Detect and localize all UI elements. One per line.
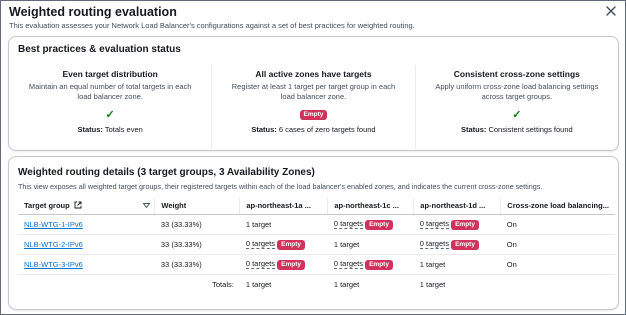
practice-title: Even target distribution — [62, 69, 158, 79]
practice-zones-have-targets: All active zones have targets Register a… — [211, 65, 414, 149]
best-practices-title: Best practices & evaluation status — [18, 44, 181, 55]
column-header-zone-1c[interactable]: ap-northeast-1c ... — [327, 198, 414, 215]
table-row: NLB-WTG-1-IPv6 33 (33.33%) 1 target 0 ta… — [18, 214, 615, 235]
modal-header: Weighted routing evaluation This evaluat… — [9, 5, 617, 35]
cross-zone-cell: On — [500, 234, 615, 255]
total-cell: 1 target — [245, 279, 272, 289]
practice-title: Consistent cross-zone settings — [453, 69, 580, 79]
practice-status: Status: Totals even — [77, 125, 143, 134]
practice-description: Register at least 1 target per target gr… — [231, 82, 396, 101]
column-header-weight[interactable]: Weight — [154, 198, 240, 215]
zone-cell: 0 targets Empty — [413, 234, 501, 255]
weight-cell: 33 (33.33%) — [154, 234, 240, 255]
zone-cell: 0 targets Empty — [239, 254, 328, 275]
zone-cell: 1 target — [413, 254, 501, 275]
sort-descending-icon[interactable] — [142, 202, 151, 211]
zone-cell: 0 targets Empty — [413, 214, 501, 235]
zone-cell: 1 target — [327, 234, 414, 255]
practice-status: Status: 6 cases of zero targets found — [251, 125, 376, 134]
routing-details-title: Weighted routing details (3 target group… — [18, 167, 315, 178]
empty-badge: Empty — [277, 239, 305, 250]
empty-badge: Empty — [277, 259, 305, 270]
target-group-link[interactable]: NLB-WTG-1-IPv6 — [24, 220, 83, 229]
external-link-icon — [74, 201, 82, 211]
total-cell: 1 target — [419, 279, 446, 289]
practice-description: Maintain an equal number of total target… — [28, 82, 192, 101]
modal-title: Weighted routing evaluation — [9, 5, 177, 19]
empty-badge: Empty — [451, 239, 479, 250]
cross-zone-cell: On — [500, 214, 615, 235]
zone-cell: 0 targets Empty — [327, 254, 414, 275]
close-icon[interactable] — [605, 5, 617, 17]
cross-zone-cell: On — [500, 254, 615, 275]
column-header-zone-1a[interactable]: ap-northeast-1a ... — [239, 198, 328, 215]
totals-row: Totals: 1 target 1 target 1 target — [18, 274, 615, 294]
total-cell: 1 target — [333, 279, 360, 289]
routing-details-card: Weighted routing details (3 target group… — [8, 156, 619, 310]
best-practices-card: Best practices & evaluation status Even … — [8, 36, 619, 151]
empty-badge: Empty — [451, 219, 479, 230]
weight-cell: 33 (33.33%) — [154, 254, 240, 275]
practice-cross-zone-settings: Consistent cross-zone settings Apply uni… — [414, 65, 618, 149]
weighted-routing-modal: Weighted routing evaluation This evaluat… — [0, 0, 626, 315]
column-header-target-group[interactable]: Target group — [18, 198, 155, 215]
totals-label: Totals: — [212, 279, 234, 289]
check-icon: ✓ — [105, 109, 115, 121]
column-header-zone-1d[interactable]: ap-northeast-1d ... — [413, 198, 501, 215]
practice-even-distribution: Even target distribution Maintain an equ… — [9, 65, 211, 149]
zone-cell: 0 targets Empty — [327, 214, 414, 235]
table-row: NLB-WTG-2-IPv6 33 (33.33%) 0 targets Emp… — [18, 234, 615, 255]
check-icon: ✓ — [512, 109, 522, 121]
target-group-link[interactable]: NLB-WTG-2-IPv6 — [24, 240, 83, 249]
zone-cell: 1 target — [239, 214, 328, 235]
practice-status: Status: Consistent settings found — [460, 125, 573, 134]
zone-cell: 0 targets Empty — [239, 234, 328, 255]
weight-cell: 33 (33.33%) — [154, 214, 240, 235]
target-group-link[interactable]: NLB-WTG-3-IPv6 — [24, 260, 83, 269]
routing-details-table: Target group Weight ap-northeast-1a ... … — [18, 198, 615, 294]
routing-details-description: This view exposes all weighted target gr… — [18, 182, 543, 191]
empty-badge: Empty — [299, 109, 328, 120]
practice-description: Apply uniform cross-zone load balancing … — [435, 82, 599, 101]
empty-badge: Empty — [365, 219, 393, 230]
empty-badge: Empty — [365, 259, 393, 270]
practice-title: All active zones have targets — [255, 69, 372, 79]
table-row: NLB-WTG-3-IPv6 33 (33.33%) 0 targets Emp… — [18, 254, 615, 275]
column-header-cross-zone[interactable]: Cross-zone load balancing... — [500, 198, 615, 215]
modal-subtitle: This evaluation assesses your Network Lo… — [9, 21, 415, 30]
